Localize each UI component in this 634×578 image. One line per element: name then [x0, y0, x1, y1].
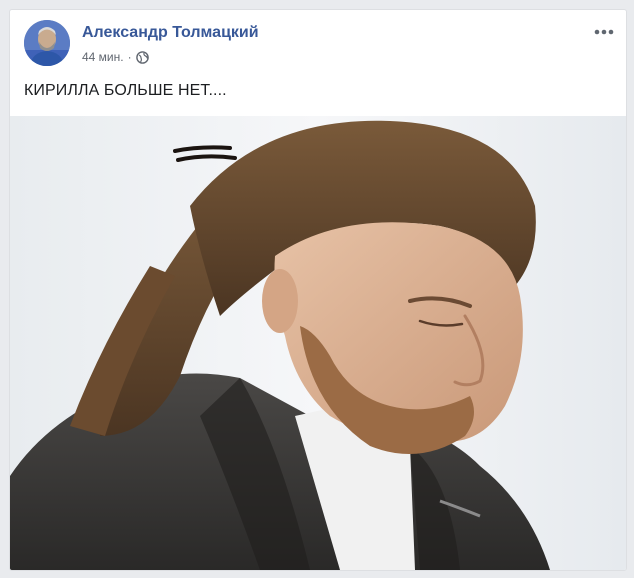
meta-separator: · — [127, 50, 132, 64]
post-photo[interactable] — [10, 116, 626, 570]
post-meta: 44 мин. · — [82, 50, 149, 64]
post-text: КИРИЛЛА БОЛЬШЕ НЕТ.... — [24, 82, 227, 99]
post-timestamp[interactable]: 44 мин. — [82, 50, 124, 64]
avatar-image — [24, 20, 70, 66]
post-card: Александр Толмацкий 44 мин. · КИРИЛЛА БО… — [9, 9, 627, 571]
author-name[interactable]: Александр Толмацкий — [82, 24, 259, 42]
author-avatar[interactable] — [24, 20, 70, 66]
more-options-icon[interactable] — [592, 23, 616, 41]
globe-icon[interactable] — [135, 50, 149, 64]
